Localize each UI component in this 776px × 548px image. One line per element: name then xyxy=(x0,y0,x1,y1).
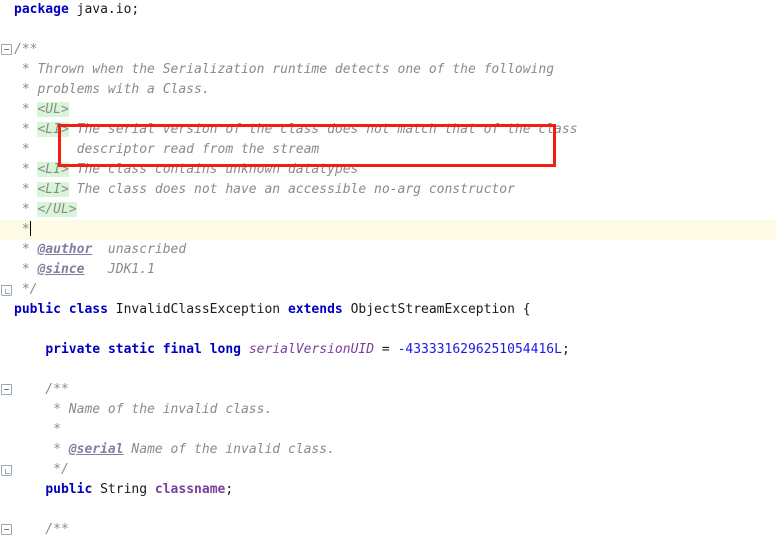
code-token-cmt: * xyxy=(14,262,38,277)
code-token-cmt: /** xyxy=(14,42,38,57)
fold-collapse-icon[interactable] xyxy=(1,380,13,400)
code-token-cmt: * descriptor read from the stream xyxy=(14,142,320,157)
code-token-kw: class xyxy=(68,302,108,317)
code-token-cmt-tag: <LI> xyxy=(37,162,69,177)
code-line[interactable]: * problems with a Class. xyxy=(0,80,776,100)
code-token-cmt: Name of the invalid class. xyxy=(123,442,335,457)
fold-collapse-icon[interactable] xyxy=(1,40,13,60)
fold-toggle-marker[interactable] xyxy=(1,44,12,55)
code-token-cmt: * xyxy=(14,162,38,177)
code-line[interactable]: package java.io; xyxy=(0,0,776,20)
code-token-cmt: unascribed xyxy=(92,242,187,257)
code-token-kw: static xyxy=(107,342,155,357)
code-token-kw: package xyxy=(14,2,69,17)
fold-toggle-marker[interactable] xyxy=(1,384,12,395)
code-line[interactable]: /** xyxy=(0,380,776,400)
code-token-kw: public xyxy=(14,302,61,317)
code-token-kw: long xyxy=(209,342,242,357)
code-token-cmt: /** xyxy=(14,522,69,537)
code-token-cmt: * Thrown when the Serialization runtime … xyxy=(14,62,555,77)
code-line[interactable]: * <LI> The class does not have an access… xyxy=(0,180,776,200)
code-token-cmt: * problems with a Class. xyxy=(14,82,210,97)
code-token-cmt-tag: <LI> xyxy=(37,182,69,197)
code-line[interactable]: * <LI> The class contains unknown dataty… xyxy=(0,160,776,180)
fold-end-marker[interactable] xyxy=(1,465,12,476)
code-line[interactable]: */ xyxy=(0,280,776,300)
code-token-kw: public xyxy=(45,482,93,497)
code-token-cmt: */ xyxy=(14,282,38,297)
code-line[interactable]: public class InvalidClassException exten… xyxy=(0,300,776,320)
code-token-cmt-tag: <LI> xyxy=(37,122,69,137)
code-token-plain: java.io; xyxy=(68,2,140,17)
code-token-cmt: The serial version of the class does not… xyxy=(68,122,578,137)
code-token-cmt: The class contains unknown datatypes xyxy=(68,162,359,177)
code-line[interactable] xyxy=(0,500,776,520)
code-token-kw: final xyxy=(162,342,202,357)
code-line[interactable]: * descriptor read from the stream xyxy=(0,140,776,160)
code-line[interactable]: public String classname; xyxy=(0,480,776,500)
code-token-cmt-tag: <UL> xyxy=(37,102,69,117)
code-editor[interactable]: package java.io; /** * Thrown when the Se… xyxy=(0,0,776,548)
code-token-plain: ObjectStreamException { xyxy=(342,302,531,317)
code-token-num: -4333316296251054416L xyxy=(397,342,562,357)
code-token-cmt: JDK1.1 xyxy=(84,262,155,277)
fold-end-icon[interactable] xyxy=(1,280,13,300)
code-token-cmt: * xyxy=(14,102,38,117)
code-line[interactable]: * xyxy=(0,220,776,240)
code-line[interactable]: * Thrown when the Serialization runtime … xyxy=(0,60,776,80)
code-token-jdoc-kw: @serial xyxy=(68,442,124,457)
code-line[interactable]: * @author unascribed xyxy=(0,240,776,260)
code-token-plain: InvalidClassException xyxy=(107,302,288,317)
code-token-jdoc-kw: @since xyxy=(37,262,85,277)
code-token-cmt: * xyxy=(14,242,38,257)
code-line[interactable]: * @serial Name of the invalid class. xyxy=(0,440,776,460)
code-token-cmt: * xyxy=(14,202,38,217)
code-line[interactable]: * </UL> xyxy=(0,200,776,220)
code-token-cmt: * xyxy=(14,182,38,197)
code-token-cmt: /** xyxy=(14,382,69,397)
code-line[interactable]: /** xyxy=(0,40,776,60)
code-line[interactable]: * xyxy=(0,420,776,440)
code-line[interactable] xyxy=(0,20,776,40)
code-line[interactable] xyxy=(0,320,776,340)
code-token-cmt: * xyxy=(14,122,38,137)
fold-end-icon[interactable] xyxy=(1,460,13,480)
fold-end-marker[interactable] xyxy=(1,285,12,296)
code-token-cmt: * Name of the invalid class. xyxy=(14,402,273,417)
code-line[interactable]: * <UL> xyxy=(0,100,776,120)
fold-toggle-marker[interactable] xyxy=(1,524,12,535)
code-token-cmt: * xyxy=(14,222,30,237)
code-token-cmt: */ xyxy=(14,462,69,477)
code-line[interactable]: * <LI> The serial version of the class d… xyxy=(0,120,776,140)
code-token-kw: private xyxy=(45,342,101,357)
code-token-cmt-tag: </UL> xyxy=(37,202,77,217)
code-token-kw: extends xyxy=(287,302,343,317)
code-token-cmt: * xyxy=(14,442,69,457)
code-token-field: serialVersionUID xyxy=(248,342,375,357)
code-token-jdoc-kw: @author xyxy=(37,242,93,257)
code-line[interactable]: */ xyxy=(0,460,776,480)
code-line[interactable]: /** xyxy=(0,520,776,540)
code-line[interactable]: * @since JDK1.1 xyxy=(0,260,776,280)
code-token-cmt: * xyxy=(14,422,61,437)
code-line[interactable]: * Name of the invalid class. xyxy=(0,400,776,420)
code-token-cmt: The class does not have an accessible no… xyxy=(68,182,515,197)
code-line[interactable]: private static final long serialVersionU… xyxy=(0,340,776,360)
fold-collapse-icon[interactable] xyxy=(1,520,13,540)
code-token-plain: String xyxy=(92,482,155,497)
code-token-plain: ; xyxy=(225,482,234,497)
code-token-plain: = xyxy=(374,342,398,357)
code-line[interactable] xyxy=(0,360,776,380)
code-surface[interactable]: package java.io; /** * Thrown when the Se… xyxy=(0,0,776,548)
code-token-field-b: classname xyxy=(154,482,226,497)
text-caret xyxy=(29,221,31,236)
code-token-plain: ; xyxy=(561,342,570,357)
